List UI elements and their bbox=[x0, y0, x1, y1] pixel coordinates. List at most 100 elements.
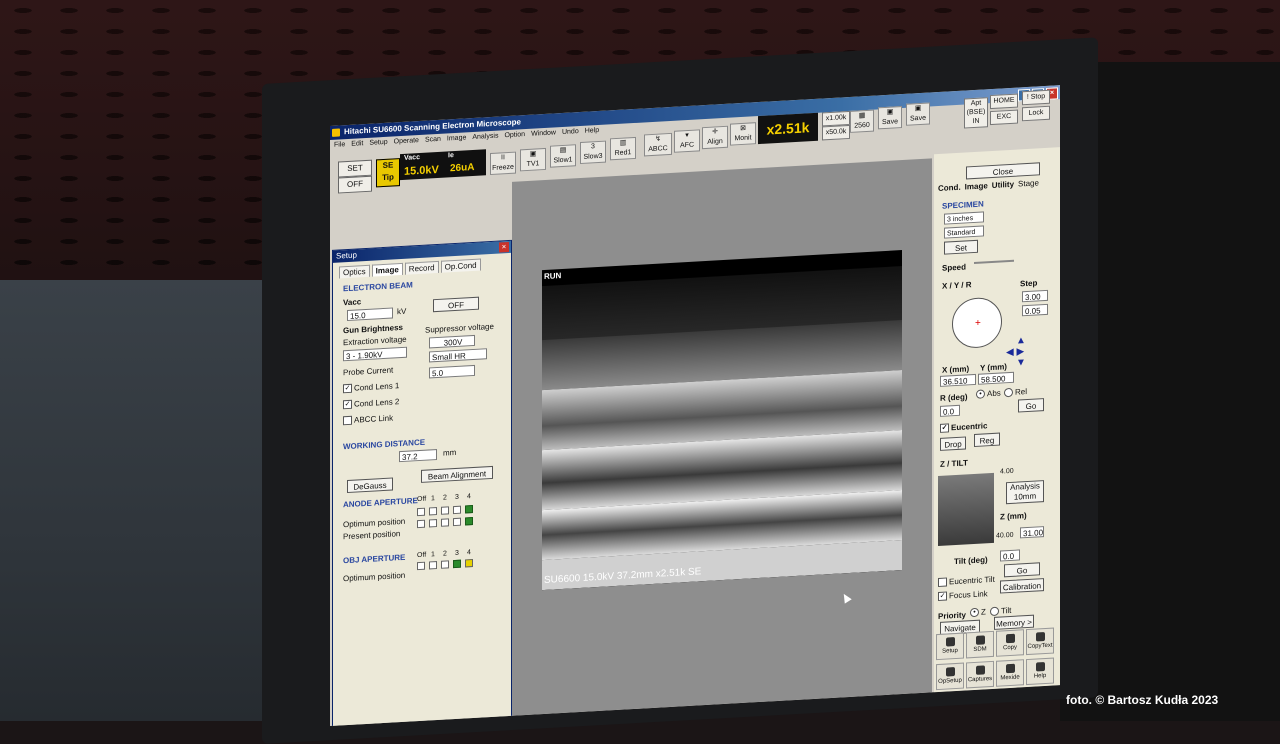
step-x-field[interactable]: 3.00 bbox=[1022, 289, 1048, 303]
degauss-button[interactable]: DeGauss bbox=[347, 477, 393, 494]
arrow-down-icon[interactable]: ▼ bbox=[1006, 357, 1026, 369]
probe-mode-select[interactable]: Small HR bbox=[429, 348, 487, 363]
holder-field[interactable]: Standard bbox=[944, 225, 984, 239]
menu-undo[interactable]: Undo bbox=[562, 126, 579, 139]
probe-value-field[interactable]: 5.0 bbox=[429, 364, 475, 379]
cond-lens-1-checkbox[interactable]: ✓ Cond Lens 1 bbox=[343, 381, 399, 394]
image-viewport[interactable]: RUN SU6600 15.0kV 37.2mm x2.51k SE bbox=[512, 158, 932, 716]
dialog-close-icon[interactable]: × bbox=[499, 241, 509, 253]
arrow-right-icon[interactable]: ▶ bbox=[1016, 346, 1024, 357]
align-button[interactable]: ✛ Align bbox=[702, 125, 728, 150]
menu-help[interactable]: Help bbox=[585, 125, 599, 138]
obj-opt-3[interactable] bbox=[453, 559, 461, 569]
captures-icon[interactable]: Captures bbox=[966, 660, 994, 689]
eucentric-checkbox[interactable]: ✓ Eucentric bbox=[940, 421, 987, 434]
tab-stage[interactable]: Stage bbox=[1018, 178, 1039, 188]
memory-button[interactable]: Memory > bbox=[994, 614, 1034, 630]
set-button[interactable]: SET bbox=[338, 159, 372, 178]
menu-edit[interactable]: Edit bbox=[351, 138, 363, 151]
slow3-button[interactable]: 3 Slow3 bbox=[580, 140, 606, 165]
sdm-icon[interactable]: SDM bbox=[966, 630, 994, 659]
y-field[interactable]: 58.500 bbox=[978, 371, 1014, 385]
off-button[interactable]: OFF bbox=[338, 175, 372, 194]
stage-arrows[interactable]: ▲ ◀ ▶ ▼ bbox=[1006, 335, 1026, 369]
tab-opcond[interactable]: Op.Cond bbox=[440, 258, 481, 273]
tab-image[interactable]: Image bbox=[371, 262, 403, 277]
vacc-field[interactable]: 15.0 bbox=[347, 307, 393, 322]
beam-off-button[interactable]: OFF bbox=[433, 296, 479, 313]
cond-lens-2-checkbox[interactable]: ✓ Cond Lens 2 bbox=[343, 397, 399, 410]
x-field[interactable]: 36.510 bbox=[940, 373, 976, 387]
tab-record[interactable]: Record bbox=[404, 260, 439, 275]
abcc-link-checkbox[interactable]: ABCC Link bbox=[343, 413, 393, 426]
obj-opt-1[interactable] bbox=[429, 561, 437, 570]
priority-tilt-radio[interactable]: Tilt bbox=[990, 606, 1011, 617]
stage-position-map[interactable]: + bbox=[952, 296, 1002, 350]
home-button[interactable]: HOME bbox=[990, 93, 1018, 110]
freeze-button[interactable]: II Freeze bbox=[490, 151, 516, 176]
z-field[interactable]: 31.00 bbox=[1020, 526, 1044, 539]
drop-button[interactable]: Drop bbox=[940, 436, 966, 451]
exc-button[interactable]: EXC bbox=[990, 109, 1018, 126]
menu-window[interactable]: Window bbox=[531, 127, 556, 140]
anode-opt-off[interactable] bbox=[417, 507, 425, 517]
se-tip-indicator[interactable]: SE Tip bbox=[376, 158, 400, 188]
abs-radio[interactable]: • Abs bbox=[976, 388, 1001, 400]
speed-slider[interactable] bbox=[974, 259, 1014, 264]
rel-radio[interactable]: Rel bbox=[1004, 387, 1027, 398]
opsetup-icon[interactable]: OpSetup bbox=[936, 662, 964, 691]
setup-icon[interactable]: Setup bbox=[936, 632, 964, 661]
go-button[interactable]: Go bbox=[1018, 398, 1044, 413]
tab-optics[interactable]: Optics bbox=[339, 264, 370, 279]
sem-image[interactable]: RUN SU6600 15.0kV 37.2mm x2.51k SE bbox=[542, 250, 902, 591]
apt-bse-button[interactable]: Apt (BSE) IN bbox=[964, 97, 988, 129]
close-button[interactable]: Close bbox=[966, 162, 1040, 180]
priority-z-radio[interactable]: • Z bbox=[970, 607, 986, 618]
menu-analysis[interactable]: Analysis bbox=[472, 131, 498, 144]
specimen-set-button[interactable]: Set bbox=[944, 239, 978, 255]
tab-utility[interactable]: Utility bbox=[992, 180, 1014, 190]
save-button-2[interactable]: ▣ Save bbox=[906, 102, 930, 126]
obj-opt-4[interactable] bbox=[465, 559, 473, 568]
calibration-button[interactable]: Calibration bbox=[1000, 578, 1044, 594]
tv1-button[interactable]: ▣ TV1 bbox=[520, 147, 546, 172]
wd-field[interactable]: 37.2 bbox=[399, 449, 437, 463]
tilt-field[interactable]: 0.0 bbox=[1000, 549, 1020, 562]
tab-image-panel[interactable]: Image bbox=[965, 181, 988, 191]
slow1-button[interactable]: ▤ Slow1 bbox=[550, 144, 576, 168]
tab-cond[interactable]: Cond. bbox=[938, 183, 961, 193]
reg-button[interactable]: Reg bbox=[974, 432, 1000, 447]
obj-opt-2[interactable] bbox=[441, 560, 449, 569]
r-field[interactable]: 0.0 bbox=[940, 404, 960, 417]
beam-alignment-button[interactable]: Beam Alignment bbox=[421, 465, 493, 483]
monit-button[interactable]: ⊠ Monit bbox=[730, 122, 756, 146]
save-button-1[interactable]: ▣ Save bbox=[878, 106, 902, 130]
help-icon[interactable]: Help bbox=[1026, 657, 1054, 686]
focus-link-checkbox[interactable]: ✓ Focus Link bbox=[938, 589, 988, 602]
red1-button[interactable]: ▥ Red1 bbox=[610, 136, 636, 161]
menu-file[interactable]: File bbox=[334, 139, 345, 152]
extraction-select[interactable]: 3 - 1.90kV bbox=[343, 346, 407, 362]
menu-option[interactable]: Option bbox=[504, 129, 525, 142]
menu-operate[interactable]: Operate bbox=[394, 135, 419, 148]
copytext-icon[interactable]: CopyText bbox=[1026, 627, 1054, 656]
eucentric-tilt-checkbox[interactable]: Eucentric Tilt bbox=[938, 575, 995, 588]
obj-opt-off[interactable] bbox=[417, 561, 425, 571]
anode-opt-4[interactable] bbox=[465, 505, 473, 514]
stop-button[interactable]: ! Stop bbox=[1022, 89, 1050, 106]
specimen-size-field[interactable]: 3 inches bbox=[944, 211, 984, 225]
anode-opt-1[interactable] bbox=[429, 507, 437, 516]
go-button-2[interactable]: Go bbox=[1004, 562, 1040, 578]
analysis-button[interactable]: Analysis 10mm bbox=[1006, 480, 1044, 505]
mexide-icon[interactable]: Mexide bbox=[996, 659, 1024, 687]
anode-opt-2[interactable] bbox=[441, 506, 449, 515]
lock-button[interactable]: Lock bbox=[1022, 105, 1050, 122]
menu-scan[interactable]: Scan bbox=[425, 134, 441, 147]
copy-icon[interactable]: Copy bbox=[996, 629, 1024, 657]
arrow-left-icon[interactable]: ◀ bbox=[1006, 347, 1014, 358]
afc-button[interactable]: ▾ AFC bbox=[674, 129, 700, 153]
anode-opt-3[interactable] bbox=[453, 505, 461, 515]
step-y-field[interactable]: 0.05 bbox=[1022, 303, 1048, 317]
x50k-button[interactable]: x50.0k bbox=[822, 124, 850, 141]
resolution-2560-button[interactable]: ▦ 2560 bbox=[850, 109, 874, 133]
